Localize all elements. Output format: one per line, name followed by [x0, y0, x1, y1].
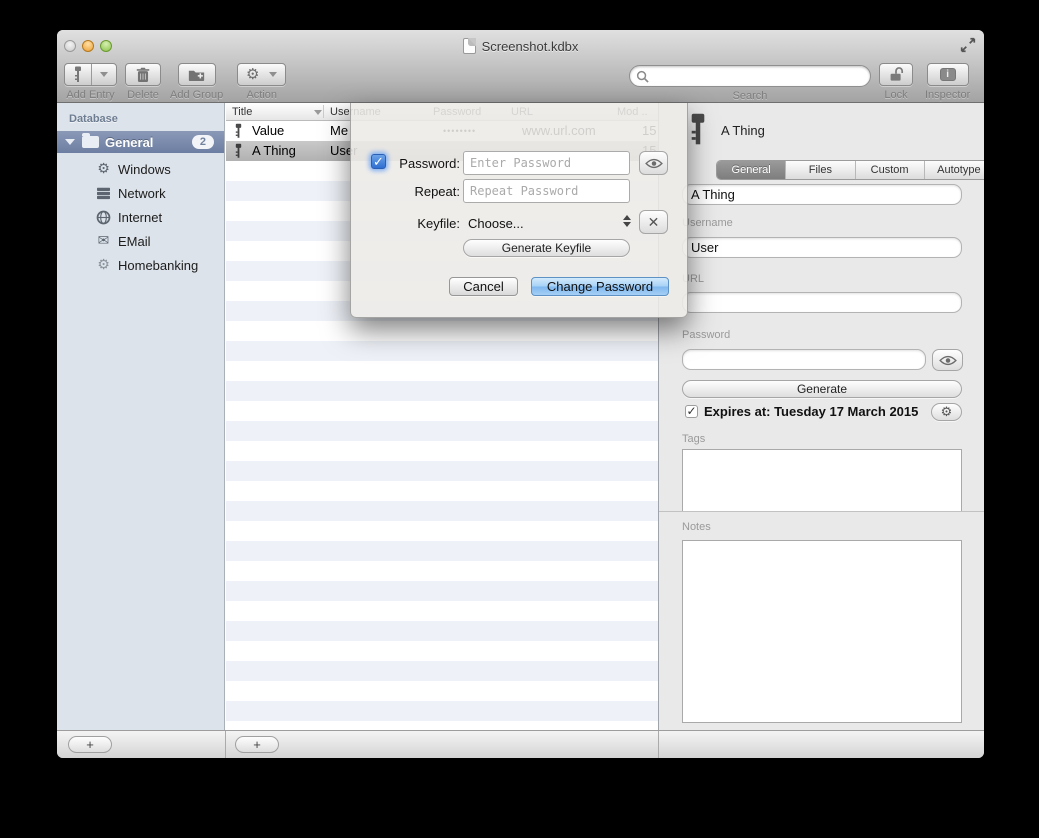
dialog-password-label: Password: — [389, 156, 460, 171]
username-field[interactable]: User — [682, 237, 962, 258]
expires-options-button[interactable]: ⚙ — [931, 403, 962, 421]
password-field[interactable] — [682, 349, 926, 370]
add-entry-button[interactable] — [64, 63, 117, 86]
column-header-title[interactable]: Title — [232, 103, 252, 121]
notes-input[interactable] — [682, 540, 962, 723]
delete-button[interactable] — [125, 63, 161, 86]
titlebar[interactable]: Screenshot.kdbx — [57, 30, 984, 62]
search-input[interactable] — [649, 69, 864, 83]
search-field[interactable] — [629, 65, 871, 87]
dialog-repeat-input[interactable] — [463, 179, 630, 203]
tab-files[interactable]: Files — [786, 161, 855, 179]
trash-icon — [136, 67, 150, 83]
search-label: Search — [733, 90, 768, 102]
sidebar-section-header: Database — [69, 113, 118, 125]
cell-username: Me — [330, 121, 348, 141]
lock-label: Lock — [884, 89, 907, 101]
folder-plus-icon — [188, 68, 205, 82]
sidebar-group-general[interactable]: General 2 — [57, 131, 224, 153]
inspector-label: Inspector — [925, 89, 970, 101]
eye-icon — [645, 158, 663, 169]
lock-open-icon — [888, 66, 904, 83]
reveal-password-button[interactable] — [639, 151, 668, 175]
add-entry-label: Add Entry — [66, 89, 114, 101]
sidebar-item-internet[interactable]: Internet — [57, 205, 224, 229]
info-icon: i — [940, 68, 956, 81]
disclosure-triangle-icon[interactable] — [65, 139, 75, 145]
password-label: Password — [682, 329, 730, 341]
network-icon — [95, 187, 112, 200]
mail-icon: ✉ — [95, 233, 112, 249]
window-title: Screenshot.kdbx — [482, 39, 579, 54]
inspector-panel: A Thing General Files Custom Autotype A … — [659, 103, 984, 730]
add-group-plus-button[interactable]: + — [68, 736, 112, 753]
sidebar-item-homebanking[interactable]: ⚙ Homebanking — [57, 253, 224, 277]
close-icon: ✕ — [648, 214, 660, 231]
inspector-tabs: General Files Custom Autotype — [716, 160, 984, 180]
tab-autotype[interactable]: Autotype — [925, 161, 984, 179]
lock-button[interactable] — [879, 63, 913, 86]
inspector-button[interactable]: i — [927, 63, 969, 86]
add-group-button[interactable] — [178, 63, 216, 86]
key-icon — [689, 111, 707, 147]
expires-checkbox[interactable]: ✓ — [685, 405, 698, 418]
title-field[interactable]: A Thing — [682, 184, 962, 205]
key-icon — [234, 123, 243, 139]
cell-title: Value — [252, 121, 284, 141]
entry-count-badge: 2 — [192, 135, 214, 149]
sidebar-item-network[interactable]: Network — [57, 181, 224, 205]
url-field[interactable] — [682, 292, 962, 313]
dialog-password-input[interactable] — [463, 151, 630, 175]
notes-label: Notes — [682, 521, 711, 533]
cell-title: A Thing — [252, 141, 296, 161]
add-entry-dropdown[interactable] — [92, 64, 116, 85]
globe-icon — [95, 210, 112, 225]
action-label: Action — [246, 89, 277, 101]
add-entry-plus-button[interactable]: + — [235, 736, 279, 753]
tab-custom[interactable]: Custom — [856, 161, 925, 179]
key-icon — [234, 143, 243, 159]
generate-keyfile-button[interactable]: Generate Keyfile — [463, 239, 630, 257]
action-button[interactable]: ⚙ — [237, 63, 286, 86]
key-icon — [65, 64, 91, 85]
change-password-dialog: ✓ Password: Repeat: Keyfile: Choose... ✕… — [350, 103, 688, 318]
eye-icon — [939, 355, 957, 366]
sort-descending-icon — [314, 110, 322, 115]
inspector-entry-title: A Thing — [721, 123, 765, 138]
popup-stepper-icon[interactable] — [623, 215, 631, 227]
gear-icon: ⚙ — [238, 64, 267, 85]
action-dropdown[interactable] — [267, 64, 285, 85]
sidebar-group-label: General — [105, 135, 192, 150]
search-icon — [636, 70, 649, 83]
username-label: Username — [682, 217, 733, 229]
folder-icon — [82, 136, 99, 148]
app-window: Screenshot.kdbx Add Entry Delete — [57, 30, 984, 758]
gear-icon: ⚙ — [95, 161, 112, 177]
add-group-label: Add Group — [170, 89, 223, 101]
generate-password-button[interactable]: Generate — [682, 380, 962, 398]
password-checkbox[interactable]: ✓ — [371, 154, 386, 169]
gear-icon: ⚙ — [941, 406, 953, 419]
dialog-repeat-label: Repeat: — [389, 184, 460, 199]
delete-label: Delete — [127, 89, 159, 101]
dialog-keyfile-label: Keyfile: — [389, 216, 460, 231]
reveal-password-button[interactable] — [932, 349, 963, 371]
gear-icon: ⚙ — [95, 257, 112, 273]
sidebar-item-windows[interactable]: ⚙ Windows — [57, 157, 224, 181]
keyfile-popup[interactable]: Choose... — [468, 216, 524, 231]
cancel-button[interactable]: Cancel — [449, 277, 518, 296]
sidebar: Database General 2 ⚙ Windows Network — [57, 103, 225, 730]
tags-label: Tags — [682, 433, 705, 445]
sidebar-item-email[interactable]: ✉ EMail — [57, 229, 224, 253]
clear-keyfile-button[interactable]: ✕ — [639, 210, 668, 234]
bottom-bar: + + — [57, 730, 984, 758]
change-password-button[interactable]: Change Password — [531, 277, 669, 296]
tab-general[interactable]: General — [717, 161, 786, 179]
toolbar: Add Entry Delete Add Group ⚙ Action — [57, 62, 984, 103]
fullscreen-icon[interactable] — [960, 37, 976, 53]
tags-input[interactable] — [682, 449, 962, 511]
expires-label: Expires at: Tuesday 17 March 2015 — [704, 404, 918, 419]
document-icon — [463, 38, 476, 54]
